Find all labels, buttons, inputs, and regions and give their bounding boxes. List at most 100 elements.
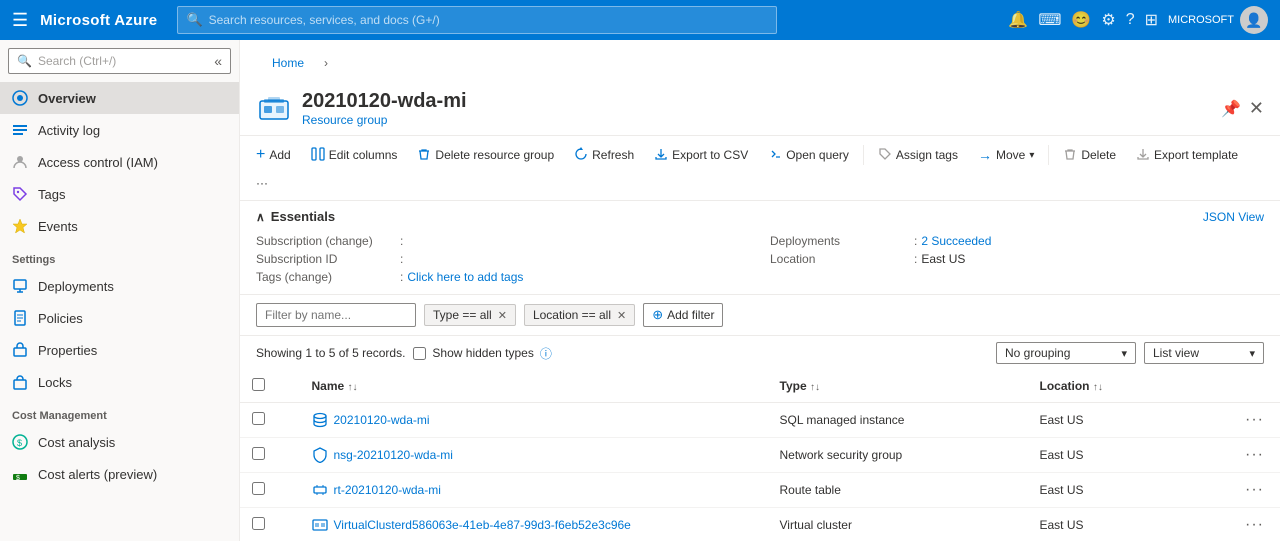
essentials-header: ∧ Essentials JSON View bbox=[256, 209, 1264, 224]
sidebar-item-iam[interactable]: Access control (IAM) bbox=[0, 146, 239, 178]
refresh-button[interactable]: Refresh bbox=[566, 143, 642, 168]
sidebar-item-label: Cost analysis bbox=[38, 435, 115, 450]
show-hidden-label[interactable]: Show hidden types ⓘ bbox=[413, 345, 551, 362]
tags-link[interactable]: Click here to add tags bbox=[407, 270, 523, 284]
topnav-icons: 🔔 ⌨ 😊 ⚙ ? ⊞ MICROSOFT 👤 bbox=[1008, 6, 1268, 34]
type-filter-clear[interactable]: ✕ bbox=[498, 309, 507, 322]
row-checkbox[interactable] bbox=[252, 482, 265, 495]
select-all-checkbox[interactable] bbox=[252, 378, 265, 391]
resource-type-icon bbox=[312, 447, 328, 463]
cost-alerts-icon: $ bbox=[12, 466, 28, 482]
properties-icon bbox=[12, 342, 28, 358]
grouping-select[interactable]: No grouping ▾ bbox=[996, 342, 1136, 364]
row-check-cell bbox=[240, 438, 300, 473]
row-more-button[interactable]: ··· bbox=[1241, 481, 1268, 499]
delete-group-button[interactable]: Delete resource group bbox=[409, 143, 562, 168]
add-button[interactable]: + Add bbox=[248, 142, 299, 168]
row-type-cell: Route table bbox=[768, 473, 1028, 508]
cloud-shell-icon[interactable]: ⌨ bbox=[1038, 10, 1061, 30]
sidebar-search-container[interactable]: 🔍 « bbox=[8, 48, 231, 74]
resource-link[interactable]: rt-20210120-wda-mi bbox=[312, 482, 756, 498]
row-check-cell bbox=[240, 403, 300, 438]
essentials-grid: Subscription (change) : Subscription ID … bbox=[256, 232, 1264, 286]
sidebar-item-activity-log[interactable]: Activity log bbox=[0, 114, 239, 146]
grouping-chevron: ▾ bbox=[1121, 347, 1127, 360]
row-more-button[interactable]: ··· bbox=[1241, 516, 1268, 534]
row-location-cell: East US bbox=[1028, 438, 1184, 473]
pin-icon[interactable]: 📌 bbox=[1221, 99, 1241, 119]
settings-section-header: Settings bbox=[0, 242, 239, 270]
resource-type-icon bbox=[312, 482, 328, 498]
location-filter-chip[interactable]: Location == all ✕ bbox=[524, 304, 635, 326]
user-menu[interactable]: MICROSOFT 👤 bbox=[1168, 6, 1268, 34]
sidebar-item-properties[interactable]: Properties bbox=[0, 334, 239, 366]
page-title-block: 20210120-wda-mi Resource group bbox=[302, 90, 1211, 127]
show-hidden-checkbox[interactable] bbox=[413, 347, 426, 360]
resources-table-container: Name ↑↓ Type ↑↓ Location ↑↓ bbox=[240, 370, 1280, 541]
json-view-link[interactable]: JSON View bbox=[1203, 210, 1264, 224]
filters-bar: Type == all ✕ Location == all ✕ ⊕ Add fi… bbox=[240, 295, 1280, 336]
events-icon bbox=[12, 218, 28, 234]
subscription-id-row: Subscription ID : bbox=[256, 250, 750, 268]
close-icon[interactable]: ✕ bbox=[1249, 98, 1264, 119]
sidebar-item-policies[interactable]: Policies bbox=[0, 302, 239, 334]
type-sort-icon: ↑↓ bbox=[810, 382, 820, 393]
hamburger-icon[interactable]: ☰ bbox=[12, 10, 28, 31]
row-name-cell: nsg-20210120-wda-mi bbox=[300, 438, 768, 473]
sidebar-item-cost-alerts[interactable]: $ Cost alerts (preview) bbox=[0, 458, 239, 490]
row-checkbox[interactable] bbox=[252, 517, 265, 530]
sidebar: 🔍 « Overview Activity log Access control… bbox=[0, 40, 240, 541]
view-select[interactable]: List view ▾ bbox=[1144, 342, 1264, 364]
export-csv-button[interactable]: Export to CSV bbox=[646, 143, 756, 168]
sidebar-collapse-icon[interactable]: « bbox=[214, 53, 222, 69]
edit-columns-button[interactable]: Edit columns bbox=[303, 143, 406, 168]
breadcrumb-home[interactable]: Home bbox=[256, 48, 320, 78]
sidebar-item-label: Properties bbox=[38, 343, 97, 358]
sidebar-item-events[interactable]: Events bbox=[0, 210, 239, 242]
portal-menu-icon[interactable]: ⊞ bbox=[1145, 10, 1158, 30]
sidebar-search-input[interactable] bbox=[38, 54, 208, 68]
col-header-type[interactable]: Type ↑↓ bbox=[768, 370, 1028, 403]
sidebar-item-overview[interactable]: Overview bbox=[0, 82, 239, 114]
move-button[interactable]: → Move ▾ bbox=[970, 143, 1042, 167]
row-more-button[interactable]: ··· bbox=[1241, 411, 1268, 429]
toolbar-separator-2 bbox=[1048, 145, 1049, 165]
global-search[interactable]: 🔍 bbox=[177, 6, 777, 34]
col-header-name[interactable]: Name ↑↓ bbox=[300, 370, 768, 403]
type-filter-chip[interactable]: Type == all ✕ bbox=[424, 304, 516, 326]
toolbar-separator-1 bbox=[863, 145, 864, 165]
export-template-button[interactable]: Export template bbox=[1128, 143, 1246, 168]
avatar: 👤 bbox=[1240, 6, 1268, 34]
row-location-cell: East US bbox=[1028, 473, 1184, 508]
resource-link[interactable]: 20210120-wda-mi bbox=[312, 412, 756, 428]
resource-link[interactable]: VirtualClusterd586063e-41eb-4e87-99d3-f6… bbox=[312, 517, 756, 533]
feedback-icon[interactable]: 😊 bbox=[1071, 10, 1091, 30]
row-checkbox[interactable] bbox=[252, 447, 265, 460]
assign-tags-button[interactable]: Assign tags bbox=[870, 143, 966, 168]
row-more-button[interactable]: ··· bbox=[1241, 446, 1268, 464]
main-layout: 🔍 « Overview Activity log Access control… bbox=[0, 40, 1280, 541]
search-input[interactable] bbox=[209, 13, 769, 27]
settings-icon[interactable]: ⚙ bbox=[1101, 10, 1115, 30]
sidebar-item-locks[interactable]: Locks bbox=[0, 366, 239, 398]
resource-link[interactable]: nsg-20210120-wda-mi bbox=[312, 447, 756, 463]
more-actions-button[interactable]: ··· bbox=[248, 172, 276, 194]
location-filter-clear[interactable]: ✕ bbox=[617, 309, 626, 322]
table-row: 20210120-wda-mi SQL managed instance Eas… bbox=[240, 403, 1280, 438]
filter-name-input[interactable] bbox=[256, 303, 416, 327]
col-header-location[interactable]: Location ↑↓ bbox=[1028, 370, 1184, 403]
records-left: Showing 1 to 5 of 5 records. Show hidden… bbox=[256, 345, 552, 362]
row-checkbox[interactable] bbox=[252, 412, 265, 425]
sidebar-item-label: Tags bbox=[38, 187, 65, 202]
help-icon[interactable]: ? bbox=[1126, 11, 1135, 29]
export-icon bbox=[654, 147, 668, 164]
sidebar-item-label: Activity log bbox=[38, 123, 100, 138]
sidebar-item-cost-analysis[interactable]: $ Cost analysis bbox=[0, 426, 239, 458]
notifications-icon[interactable]: 🔔 bbox=[1008, 10, 1028, 30]
sidebar-item-tags[interactable]: Tags bbox=[0, 178, 239, 210]
open-query-button[interactable]: Open query bbox=[760, 143, 857, 168]
delete-button[interactable]: Delete bbox=[1055, 143, 1124, 168]
add-filter-button[interactable]: ⊕ Add filter bbox=[643, 303, 723, 327]
sidebar-item-deployments[interactable]: Deployments bbox=[0, 270, 239, 302]
deployments-link[interactable]: 2 Succeeded bbox=[921, 234, 991, 248]
